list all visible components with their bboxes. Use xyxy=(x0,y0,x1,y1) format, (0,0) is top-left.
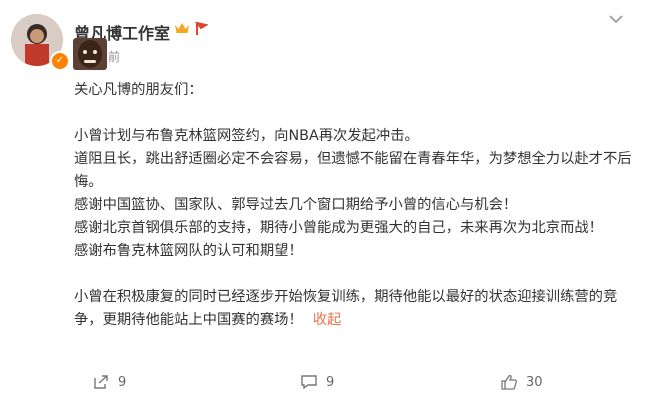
repost-count: 9 xyxy=(118,374,127,390)
repost-icon xyxy=(94,375,108,389)
post-paragraph-text: 小曾在积极康复的同时已经逐步开始恢复训练，期待他能以最好的状态迎接训练营的竞争，… xyxy=(74,289,618,328)
comment-count: 9 xyxy=(326,374,335,390)
post-paragraph: 感谢北京首钢俱乐部的支持，期待小曾能成为更强大的自己，未来再次为北京而战！ xyxy=(74,220,603,236)
sticker-image xyxy=(73,38,107,70)
post-paragraph: 小曾计划与布鲁克林篮网签约，向NBA再次发起冲击。 xyxy=(74,128,419,144)
post-paragraph: 感谢布鲁克林篮网队的认可和期望！ xyxy=(74,243,303,259)
post-paragraph: 关心凡博的朋友们： xyxy=(74,82,203,98)
verified-icon: ✓ xyxy=(50,51,70,71)
more-menu-icon[interactable] xyxy=(606,12,626,26)
comment-icon xyxy=(301,375,317,390)
post-paragraph: 感谢中国篮协、国家队、郭导过去几个窗口期给予小曾的信心与机会！ xyxy=(74,197,518,213)
flag-icon xyxy=(194,22,208,35)
crown-icon xyxy=(175,23,189,33)
repost-button[interactable]: 9 xyxy=(92,374,126,390)
like-button[interactable]: 30 xyxy=(500,374,543,390)
post-paragraph: 小曾在积极康复的同时已经逐步开始恢复训练，期待他能以最好的状态迎接训练营的竞争，… xyxy=(74,286,634,332)
post-paragraph: 道阻且长，跳出舒适圈必定不会容易，但遗憾不能留在青春年华，为梦想全力以赴才不后悔… xyxy=(74,151,632,190)
like-count: 30 xyxy=(526,374,543,390)
comment-button[interactable]: 9 xyxy=(300,374,334,390)
like-icon xyxy=(501,374,517,390)
post-content: 关心凡博的朋友们： 小曾计划与布鲁克林篮网签约，向NBA再次发起冲击。 道阻且长… xyxy=(74,79,634,332)
post-time[interactable]: 前 xyxy=(108,48,120,65)
action-bar: 9 9 30 xyxy=(0,374,660,396)
collapse-link[interactable]: 收起 xyxy=(313,312,342,328)
